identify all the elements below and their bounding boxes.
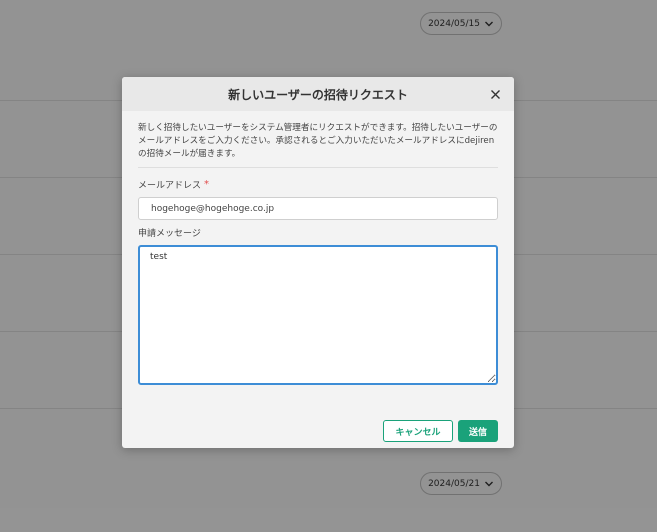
modal-footer: キャンセル 送信 xyxy=(383,420,498,442)
required-mark: * xyxy=(204,179,210,190)
close-icon xyxy=(490,89,500,99)
email-field-label: メールアドレス * xyxy=(138,178,498,191)
email-label-text: メールアドレス xyxy=(138,181,202,191)
cancel-button[interactable]: キャンセル xyxy=(383,420,453,442)
submit-button[interactable]: 送信 xyxy=(458,420,498,442)
modal-header: 新しいユーザーの招待リクエスト xyxy=(122,77,514,111)
close-button[interactable] xyxy=(488,87,502,101)
message-field-label: 申請メッセージ xyxy=(138,226,498,239)
modal-description: 新しく招待したいユーザーをシステム管理者にリクエストができます。招待したいユーザ… xyxy=(138,122,498,168)
email-field[interactable] xyxy=(138,197,498,220)
message-label-text: 申請メッセージ xyxy=(138,229,201,239)
modal-body: 新しく招待したいユーザーをシステム管理者にリクエストができます。招待したいユーザ… xyxy=(122,111,514,389)
message-textarea[interactable]: test xyxy=(138,245,498,385)
invite-request-modal: 新しいユーザーの招待リクエスト 新しく招待したいユーザーをシステム管理者にリクエ… xyxy=(122,77,514,448)
modal-title: 新しいユーザーの招待リクエスト xyxy=(228,87,408,102)
